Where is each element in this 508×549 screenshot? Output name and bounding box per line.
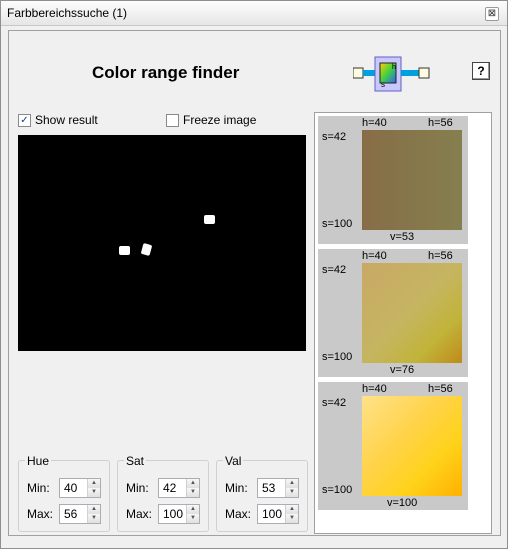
checkbox-empty-icon	[166, 113, 179, 127]
close-button[interactable]: ⊠	[485, 7, 499, 21]
val-min-label: Min:	[225, 481, 248, 495]
sat-max-label: s=100	[322, 351, 353, 363]
hue-min-label: Min:	[27, 481, 50, 495]
sat-group: Sat Min: 42 ▲ ▼ Max: 100 ▲ ▼	[117, 454, 209, 532]
show-result-checkbox[interactable]: ✓ Show result	[18, 113, 98, 127]
hue-group-title: Hue	[25, 454, 52, 468]
hue-max-label: Max:	[27, 507, 54, 521]
up-arrow-icon[interactable]: ▲	[286, 505, 298, 514]
color-swatch	[362, 263, 462, 363]
up-arrow-icon[interactable]: ▲	[286, 479, 298, 488]
checkmark-icon: ✓	[18, 113, 31, 127]
value-label: v=100	[387, 497, 418, 509]
up-arrow-icon[interactable]: ▲	[187, 479, 199, 488]
sat-max-label: Max:	[126, 507, 153, 521]
color-swatch	[362, 396, 462, 496]
down-arrow-icon[interactable]: ▼	[187, 488, 199, 497]
sat-min-label: s=42	[322, 131, 347, 143]
sat-min-label: s=42	[322, 397, 347, 409]
val-group: Val Min: 53 ▲ ▼ Max: 100 ▲ ▼	[216, 454, 308, 532]
hue-min-value: 40	[64, 481, 78, 495]
sat-max-value: 100	[163, 507, 184, 521]
svg-text:h: h	[392, 64, 396, 71]
show-result-label: Show result	[35, 113, 98, 127]
detected-blob	[204, 215, 215, 224]
dialog-panel: Color range finder s h ? ✓ Show result F…	[8, 30, 501, 536]
sat-min-value: 42	[163, 481, 177, 495]
val-min-stepper[interactable]: 53 ▲ ▼	[257, 478, 299, 498]
sat-min-label: Min:	[126, 481, 149, 495]
hue-min-stepper[interactable]: 40 ▲ ▼	[59, 478, 101, 498]
window-title: Farbbereichssuche (1)	[7, 6, 128, 20]
color-range-results: h=40 h=56 s=42 s=100 v=53 h=40 h=56 s=42…	[314, 112, 492, 534]
down-arrow-icon[interactable]: ▼	[88, 488, 100, 497]
hue-max-label: h=56	[428, 383, 453, 395]
hue-group: Hue Min: 40 ▲ ▼ Max: 56 ▲ ▼	[18, 454, 110, 532]
down-arrow-icon[interactable]: ▼	[286, 488, 298, 497]
value-label: v=53	[390, 231, 415, 243]
up-arrow-icon[interactable]: ▲	[88, 479, 100, 488]
stepper-arrows[interactable]: ▲ ▼	[186, 479, 199, 497]
color-range-plugin-icon: s h	[353, 56, 430, 92]
sat-group-title: Sat	[124, 454, 147, 468]
down-arrow-icon[interactable]: ▼	[88, 514, 100, 523]
result-preview-image	[18, 135, 306, 351]
hue-min-label: h=40	[362, 383, 387, 395]
hue-max-value: 56	[64, 507, 78, 521]
sat-min-stepper[interactable]: 42 ▲ ▼	[158, 478, 200, 498]
val-max-stepper[interactable]: 100 ▲ ▼	[257, 504, 299, 524]
hue-min-label: h=40	[362, 250, 387, 262]
down-arrow-icon[interactable]: ▼	[286, 514, 298, 523]
up-arrow-icon[interactable]: ▲	[187, 505, 199, 514]
window: Farbbereichssuche (1) ⊠ Color range find…	[0, 0, 508, 549]
detected-blob	[119, 246, 130, 255]
svg-text:s: s	[381, 80, 385, 89]
hue-min-label: h=40	[362, 117, 387, 129]
stepper-arrows[interactable]: ▲ ▼	[87, 505, 100, 523]
hue-max-stepper[interactable]: 56 ▲ ▼	[59, 504, 101, 524]
up-arrow-icon[interactable]: ▲	[88, 505, 100, 514]
sat-max-stepper[interactable]: 100 ▲ ▼	[158, 504, 200, 524]
color-range-card: h=40 h=56 s=42 s=100 v=76	[318, 249, 468, 377]
sat-max-label: s=100	[322, 218, 353, 230]
down-arrow-icon[interactable]: ▼	[187, 514, 199, 523]
color-range-card: h=40 h=56 s=42 s=100 v=100	[318, 382, 468, 510]
value-label: v=76	[390, 364, 415, 376]
help-button[interactable]: ?	[472, 62, 490, 80]
sat-max-label: s=100	[322, 484, 353, 496]
val-max-label: Max:	[225, 507, 252, 521]
detected-blob	[140, 243, 153, 256]
val-min-value: 53	[262, 481, 276, 495]
stepper-arrows[interactable]: ▲ ▼	[285, 479, 298, 497]
page-title: Color range finder	[92, 63, 240, 82]
val-max-value: 100	[262, 507, 283, 521]
stepper-arrows[interactable]: ▲ ▼	[285, 505, 298, 523]
val-group-title: Val	[223, 454, 244, 468]
freeze-image-label: Freeze image	[183, 113, 257, 127]
stepper-arrows[interactable]: ▲ ▼	[186, 505, 199, 523]
hue-max-label: h=56	[428, 117, 453, 129]
title-bar[interactable]: Farbbereichssuche (1) ⊠	[1, 1, 507, 26]
color-range-card: h=40 h=56 s=42 s=100 v=53	[318, 116, 468, 244]
freeze-image-checkbox[interactable]: Freeze image	[166, 113, 256, 127]
hue-max-label: h=56	[428, 250, 453, 262]
color-swatch	[362, 130, 462, 230]
sat-min-label: s=42	[322, 264, 347, 276]
stepper-arrows[interactable]: ▲ ▼	[87, 479, 100, 497]
